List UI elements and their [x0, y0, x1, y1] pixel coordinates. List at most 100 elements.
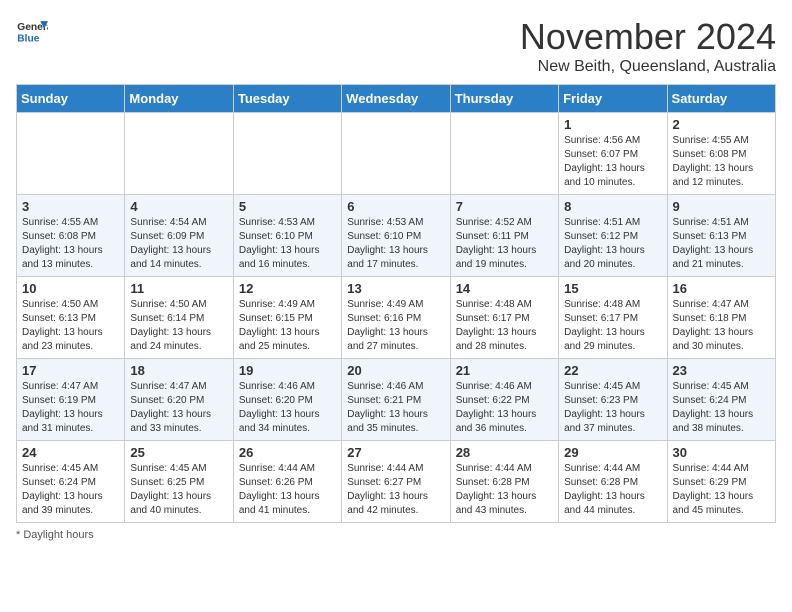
- calendar-header-row: Sunday Monday Tuesday Wednesday Thursday…: [17, 85, 776, 113]
- day-number: 27: [347, 445, 444, 460]
- day-number: 30: [673, 445, 770, 460]
- calendar-cell: 29Sunrise: 4:44 AMSunset: 6:28 PMDayligh…: [559, 441, 667, 523]
- calendar-cell: 13Sunrise: 4:49 AMSunset: 6:16 PMDayligh…: [342, 277, 450, 359]
- col-sunday: Sunday: [17, 85, 125, 113]
- calendar-cell: [450, 113, 558, 195]
- calendar-table: Sunday Monday Tuesday Wednesday Thursday…: [16, 84, 776, 523]
- calendar-cell: 23Sunrise: 4:45 AMSunset: 6:24 PMDayligh…: [667, 359, 775, 441]
- day-number: 24: [22, 445, 119, 460]
- col-tuesday: Tuesday: [233, 85, 341, 113]
- calendar-cell: 5Sunrise: 4:53 AMSunset: 6:10 PMDaylight…: [233, 195, 341, 277]
- calendar-cell: 3Sunrise: 4:55 AMSunset: 6:08 PMDaylight…: [17, 195, 125, 277]
- calendar-cell: 19Sunrise: 4:46 AMSunset: 6:20 PMDayligh…: [233, 359, 341, 441]
- day-number: 18: [130, 363, 227, 378]
- day-info: Sunrise: 4:53 AMSunset: 6:10 PMDaylight:…: [347, 216, 444, 272]
- day-info: Sunrise: 4:45 AMSunset: 6:25 PMDaylight:…: [130, 462, 227, 518]
- day-number: 7: [456, 199, 553, 214]
- calendar-cell: 30 Sunrise: 4:44 AMSunset: 6:29 PMDayligh…: [667, 441, 775, 523]
- day-info: Sunrise: 4:46 AMSunset: 6:20 PMDaylight:…: [239, 380, 336, 436]
- calendar-cell: 26Sunrise: 4:44 AMSunset: 6:26 PMDayligh…: [233, 441, 341, 523]
- col-friday: Friday: [559, 85, 667, 113]
- calendar-cell: [125, 113, 233, 195]
- calendar-cell: 21Sunrise: 4:46 AMSunset: 6:22 PMDayligh…: [450, 359, 558, 441]
- day-info: Sunrise: 4:55 AMSunset: 6:08 PMDaylight:…: [673, 134, 770, 190]
- day-info: Sunrise: 4:52 AMSunset: 6:11 PMDaylight:…: [456, 216, 553, 272]
- week-row-2: 3Sunrise: 4:55 AMSunset: 6:08 PMDaylight…: [17, 195, 776, 277]
- calendar-cell: 10 Sunrise: 4:50 AMSunset: 6:13 PMDayligh…: [17, 277, 125, 359]
- day-info: Sunrise: 4:50 AMSunset: 6:14 PMDaylight:…: [130, 298, 227, 354]
- calendar-cell: 7 Sunrise: 4:52 AMSunset: 6:11 PMDaylight…: [450, 195, 558, 277]
- day-number: 16: [673, 281, 770, 296]
- calendar-cell: [342, 113, 450, 195]
- day-info: Sunrise: 4:54 AMSunset: 6:09 PMDaylight:…: [130, 216, 227, 272]
- calendar-cell: 18 Sunrise: 4:47 AMSunset: 6:20 PMDayligh…: [125, 359, 233, 441]
- day-info: Sunrise: 4:56 AMSunset: 6:07 PMDaylight:…: [564, 134, 661, 190]
- day-info: Sunrise: 4:44 AMSunset: 6:28 PMDaylight:…: [456, 462, 553, 518]
- calendar-cell: 1 Sunrise: 4:56 AMSunset: 6:07 PMDaylight…: [559, 113, 667, 195]
- day-number: 6: [347, 199, 444, 214]
- day-number: 12: [239, 281, 336, 296]
- day-number: 20: [347, 363, 444, 378]
- day-number: 1: [564, 117, 661, 132]
- location-subtitle: New Beith, Queensland, Australia: [520, 58, 776, 76]
- day-number: 22: [564, 363, 661, 378]
- month-title: November 2024: [520, 16, 776, 58]
- day-info: Sunrise: 4:45 AMSunset: 6:24 PMDaylight:…: [22, 462, 119, 518]
- calendar-cell: 12 Sunrise: 4:49 AMSunset: 6:15 PMDayligh…: [233, 277, 341, 359]
- day-number: 25: [130, 445, 227, 460]
- calendar-cell: 28 Sunrise: 4:44 AMSunset: 6:28 PMDayligh…: [450, 441, 558, 523]
- day-number: 2: [673, 117, 770, 132]
- day-number: 29: [564, 445, 661, 460]
- day-info: Sunrise: 4:44 AMSunset: 6:29 PMDaylight:…: [673, 462, 770, 518]
- calendar-cell: 9Sunrise: 4:51 AMSunset: 6:13 PMDaylight…: [667, 195, 775, 277]
- col-monday: Monday: [125, 85, 233, 113]
- calendar-cell: 4 Sunrise: 4:54 AMSunset: 6:09 PMDaylight…: [125, 195, 233, 277]
- col-saturday: Saturday: [667, 85, 775, 113]
- calendar-cell: 24 Sunrise: 4:45 AMSunset: 6:24 PMDayligh…: [17, 441, 125, 523]
- day-info: Sunrise: 4:51 AMSunset: 6:13 PMDaylight:…: [673, 216, 770, 272]
- day-number: 21: [456, 363, 553, 378]
- day-number: 17: [22, 363, 119, 378]
- footer-note: * Daylight hours: [16, 529, 776, 541]
- calendar-cell: 11 Sunrise: 4:50 AMSunset: 6:14 PMDayligh…: [125, 277, 233, 359]
- page-header: General Blue General Blue November 2024 …: [16, 16, 776, 76]
- day-info: Sunrise: 4:47 AMSunset: 6:19 PMDaylight:…: [22, 380, 119, 436]
- week-row-4: 17 Sunrise: 4:47 AMSunset: 6:19 PMDayligh…: [17, 359, 776, 441]
- day-number: 14: [456, 281, 553, 296]
- col-wednesday: Wednesday: [342, 85, 450, 113]
- week-row-5: 24 Sunrise: 4:45 AMSunset: 6:24 PMDayligh…: [17, 441, 776, 523]
- day-info: Sunrise: 4:44 AMSunset: 6:27 PMDaylight:…: [347, 462, 444, 518]
- calendar-cell: 20 Sunrise: 4:46 AMSunset: 6:21 PMDayligh…: [342, 359, 450, 441]
- day-number: 28: [456, 445, 553, 460]
- calendar-cell: [17, 113, 125, 195]
- day-number: 8: [564, 199, 661, 214]
- day-info: Sunrise: 4:51 AMSunset: 6:12 PMDaylight:…: [564, 216, 661, 272]
- calendar-cell: 22Sunrise: 4:45 AMSunset: 6:23 PMDayligh…: [559, 359, 667, 441]
- week-row-3: 10 Sunrise: 4:50 AMSunset: 6:13 PMDayligh…: [17, 277, 776, 359]
- day-info: Sunrise: 4:48 AMSunset: 6:17 PMDaylight:…: [456, 298, 553, 354]
- day-number: 4: [130, 199, 227, 214]
- col-thursday: Thursday: [450, 85, 558, 113]
- calendar-cell: 2 Sunrise: 4:55 AMSunset: 6:08 PMDaylight…: [667, 113, 775, 195]
- title-block: November 2024 New Beith, Queensland, Aus…: [520, 16, 776, 76]
- calendar-cell: 27 Sunrise: 4:44 AMSunset: 6:27 PMDayligh…: [342, 441, 450, 523]
- day-info: Sunrise: 4:44 AMSunset: 6:26 PMDaylight:…: [239, 462, 336, 518]
- calendar-cell: 15Sunrise: 4:48 AMSunset: 6:17 PMDayligh…: [559, 277, 667, 359]
- day-info: Sunrise: 4:46 AMSunset: 6:21 PMDaylight:…: [347, 380, 444, 436]
- day-number: 11: [130, 281, 227, 296]
- day-number: 13: [347, 281, 444, 296]
- calendar-cell: 14 Sunrise: 4:48 AMSunset: 6:17 PMDayligh…: [450, 277, 558, 359]
- calendar-cell: 8 Sunrise: 4:51 AMSunset: 6:12 PMDaylight…: [559, 195, 667, 277]
- day-info: Sunrise: 4:47 AMSunset: 6:20 PMDaylight:…: [130, 380, 227, 436]
- calendar-cell: 25 Sunrise: 4:45 AMSunset: 6:25 PMDayligh…: [125, 441, 233, 523]
- logo-icon: General Blue: [16, 16, 48, 48]
- calendar-cell: 17 Sunrise: 4:47 AMSunset: 6:19 PMDayligh…: [17, 359, 125, 441]
- day-number: 23: [673, 363, 770, 378]
- day-info: Sunrise: 4:50 AMSunset: 6:13 PMDaylight:…: [22, 298, 119, 354]
- day-info: Sunrise: 4:49 AMSunset: 6:15 PMDaylight:…: [239, 298, 336, 354]
- logo: General Blue General Blue: [16, 16, 48, 48]
- day-number: 10: [22, 281, 119, 296]
- week-row-1: 1 Sunrise: 4:56 AMSunset: 6:07 PMDaylight…: [17, 113, 776, 195]
- day-number: 5: [239, 199, 336, 214]
- day-info: Sunrise: 4:55 AMSunset: 6:08 PMDaylight:…: [22, 216, 119, 272]
